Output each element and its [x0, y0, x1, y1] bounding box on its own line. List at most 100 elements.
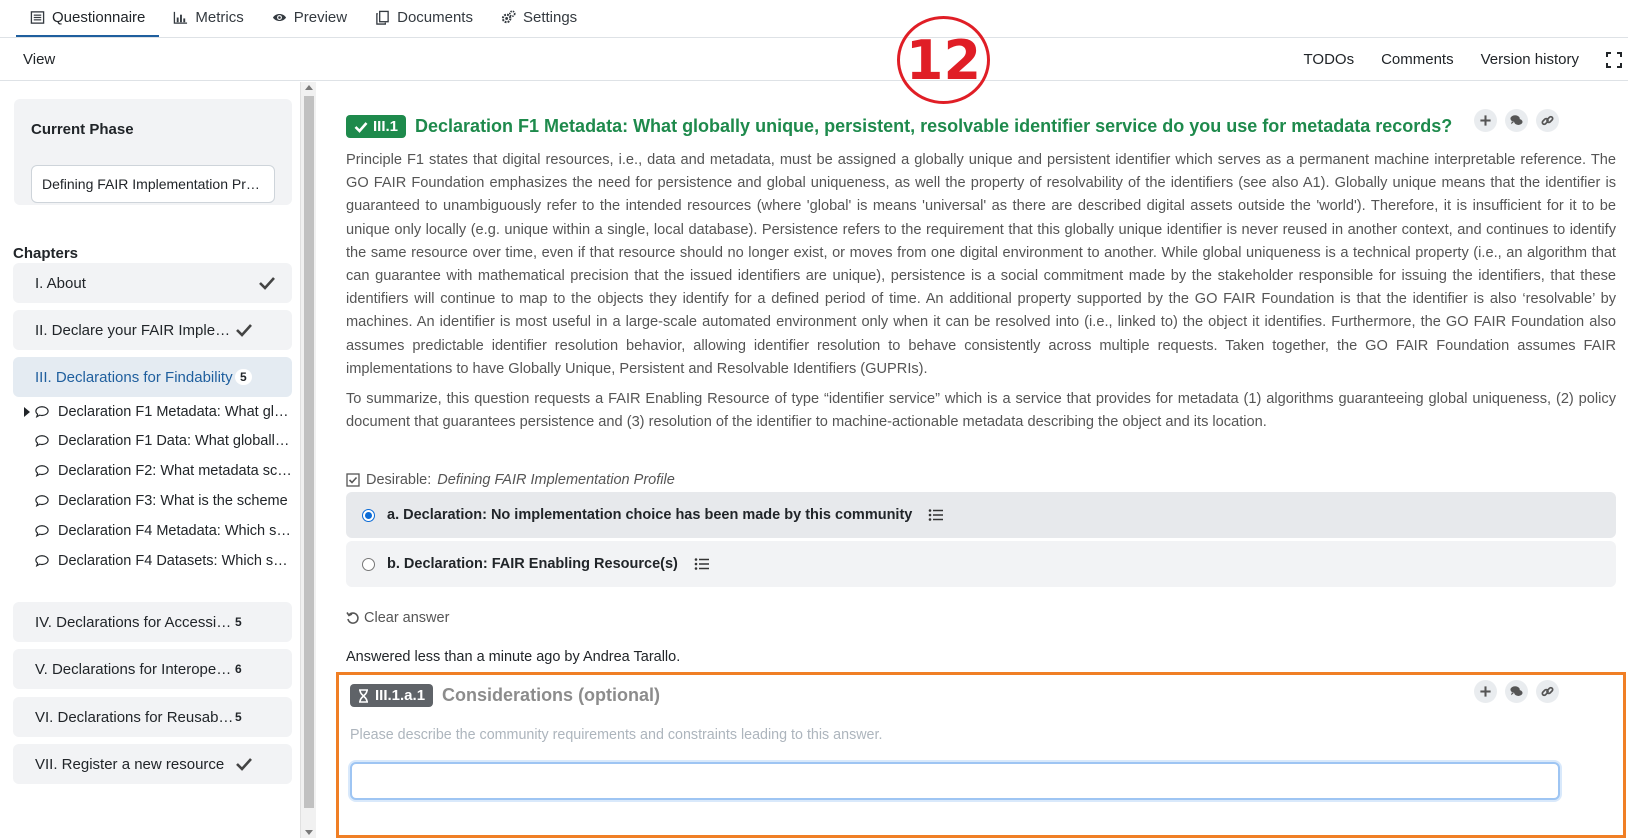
scrollbar-thumb[interactable]	[304, 96, 314, 808]
chapter-item-interoperability[interactable]: V. Declarations for Interoperability 6	[13, 649, 292, 689]
view-bar-actions: TODOs Comments Version history	[1304, 38, 1628, 81]
question-item[interactable]: Declaration F2: What metadata schemas	[35, 459, 293, 483]
considerations-question: III.1.a.1 Considerations (optional) Plea…	[336, 672, 1626, 838]
add-todo-button[interactable]	[1474, 109, 1497, 132]
answered-status: Answered less than a minute ago by Andre…	[346, 649, 681, 665]
question-header: III.1 Declaration F1 Metadata: What glob…	[346, 115, 1452, 138]
tab-label: Metrics	[195, 9, 244, 26]
question-item[interactable]: Declaration F3: What is the scheme	[35, 489, 293, 513]
chapter-label: II. Declare your FAIR Implementation Pro…	[35, 321, 235, 339]
answer-option-b[interactable]: b. Declaration: FAIR Enabling Resource(s…	[346, 541, 1616, 587]
undo-icon	[346, 612, 359, 624]
desirable-value: Defining FAIR Implementation Profile	[437, 472, 675, 488]
gears-icon	[501, 10, 516, 24]
question-item[interactable]: Declaration F1 Metadata: What globally u…	[35, 400, 293, 424]
considerations-number: III.1.a.1	[375, 687, 426, 704]
chapter-item-reusability[interactable]: VI. Declarations for Reusability 5	[13, 697, 292, 737]
chapter-count-badge: 6	[235, 662, 242, 676]
question-title: Declaration F1 Metadata: What globally u…	[415, 116, 1453, 136]
question-label: Declaration F2: What metadata schemas	[58, 463, 293, 479]
tab-metrics[interactable]: Metrics	[159, 0, 257, 37]
todos-link[interactable]: TODOs	[1304, 51, 1355, 68]
tab-preview[interactable]: Preview	[258, 0, 361, 37]
question-label: Declaration F4 Datasets: Which search en…	[58, 553, 293, 569]
fullscreen-icon[interactable]	[1606, 51, 1622, 68]
list-icon	[30, 11, 45, 24]
chapters-heading: Chapters	[13, 245, 79, 262]
hourglass-icon	[359, 688, 368, 703]
sidebar-scrollbar[interactable]	[300, 82, 316, 838]
question-item[interactable]: Declaration F1 Data: What globally uniqu…	[35, 429, 293, 453]
radio-unselected[interactable]	[362, 557, 375, 571]
top-tab-bar: Questionnaire Metrics Preview Documents …	[0, 0, 1628, 38]
answer-option-label: b. Declaration: FAIR Enabling Resource(s…	[387, 556, 678, 572]
comments-icon	[1510, 686, 1523, 696]
check-icon	[236, 758, 252, 771]
copy-link-button[interactable]	[1536, 109, 1559, 132]
view-menu[interactable]: View	[23, 51, 55, 68]
chapter-count-badge: 5	[235, 615, 242, 629]
link-icon	[1541, 686, 1554, 697]
question-label: Declaration F3: What is the scheme	[58, 493, 288, 509]
phase-select[interactable]: Defining FAIR Implementation Profile	[31, 165, 275, 203]
chapter-label: VII. Register a new resource	[35, 755, 225, 773]
chapter-label: VI. Declarations for Reusability	[35, 708, 235, 726]
scroll-up-arrow-icon[interactable]	[305, 85, 313, 90]
question-item[interactable]: Declaration F4 Datasets: Which search en…	[35, 549, 293, 573]
chapter-label: V. Declarations for Interoperability	[35, 660, 235, 678]
tab-questionnaire[interactable]: Questionnaire	[16, 0, 160, 37]
tab-documents[interactable]: Documents	[361, 0, 487, 37]
desirable-phase: Desirable: Defining FAIR Implementation …	[346, 472, 675, 488]
list-ul-icon[interactable]	[694, 557, 710, 571]
clear-answer-label: Clear answer	[364, 610, 450, 626]
caret-right-icon[interactable]	[24, 407, 30, 417]
answer-option-a[interactable]: a. Declaration: No implementation choice…	[346, 492, 1616, 538]
chapter-item-register-resource[interactable]: VII. Register a new resource	[13, 744, 292, 784]
copy-link-button[interactable]	[1536, 680, 1559, 703]
comment-icon	[35, 525, 49, 538]
question-label: Declaration F4 Metadata: Which search en…	[58, 523, 293, 539]
chapter-item-findability[interactable]: III. Declarations for Findability 5	[13, 357, 292, 397]
view-bar: View TODOs Comments Version history	[0, 38, 1628, 81]
comments-button[interactable]	[1505, 680, 1528, 703]
checkbox-checked-icon	[346, 473, 360, 487]
version-history-link[interactable]: Version history	[1481, 51, 1579, 68]
clear-answer-button[interactable]: Clear answer	[346, 610, 449, 626]
current-phase-label: Current Phase	[31, 121, 134, 138]
considerations-title: Considerations (optional)	[442, 685, 661, 705]
tab-settings[interactable]: Settings	[487, 0, 591, 37]
comment-icon	[35, 435, 49, 448]
considerations-number-badge: III.1.a.1	[350, 684, 434, 707]
chapter-item-accessibility[interactable]: IV. Declarations for Accessibility 5	[13, 602, 292, 642]
tab-label: Questionnaire	[52, 9, 146, 26]
considerations-hint: Please describe the community requiremen…	[350, 727, 883, 743]
chapter-label: I. About	[35, 274, 86, 292]
question-label: Declaration F1 Data: What globally uniqu…	[58, 433, 293, 449]
tab-label: Preview	[293, 9, 348, 26]
question-summary-paragraph: To summarize, this question requests a F…	[346, 391, 1616, 431]
app-root: Questionnaire Metrics Preview Documents …	[0, 0, 1628, 838]
question-number: III.1	[373, 118, 399, 135]
documents-icon	[376, 10, 389, 25]
chapter-label: III. Declarations for Findability	[35, 368, 233, 386]
check-icon	[236, 324, 252, 337]
current-phase-panel: Current Phase Defining FAIR Implementati…	[14, 99, 292, 205]
add-todo-button[interactable]	[1474, 680, 1497, 703]
answer-option-label: a. Declaration: No implementation choice…	[387, 507, 913, 523]
sidebar: Current Phase Defining FAIR Implementati…	[0, 82, 310, 838]
scroll-down-arrow-icon[interactable]	[305, 830, 313, 835]
comments-link[interactable]: Comments	[1381, 51, 1454, 68]
considerations-header: III.1.a.1 Considerations (optional)	[350, 684, 660, 707]
plus-icon	[1480, 686, 1491, 697]
considerations-input[interactable]	[350, 762, 1560, 800]
list-ul-icon[interactable]	[928, 508, 944, 522]
question-description-paragraph: Principle F1 states that digital resourc…	[346, 152, 1616, 377]
chapter-item-about[interactable]: I. About	[13, 263, 292, 303]
chapter-item-declare-profile[interactable]: II. Declare your FAIR Implementation Pro…	[13, 310, 292, 350]
comments-button[interactable]	[1505, 109, 1528, 132]
comments-icon	[1510, 115, 1523, 125]
question-item[interactable]: Declaration F4 Metadata: Which search en…	[35, 519, 293, 543]
tab-label: Settings	[522, 9, 578, 26]
radio-selected[interactable]	[362, 508, 375, 522]
considerations-actions	[1474, 680, 1559, 703]
